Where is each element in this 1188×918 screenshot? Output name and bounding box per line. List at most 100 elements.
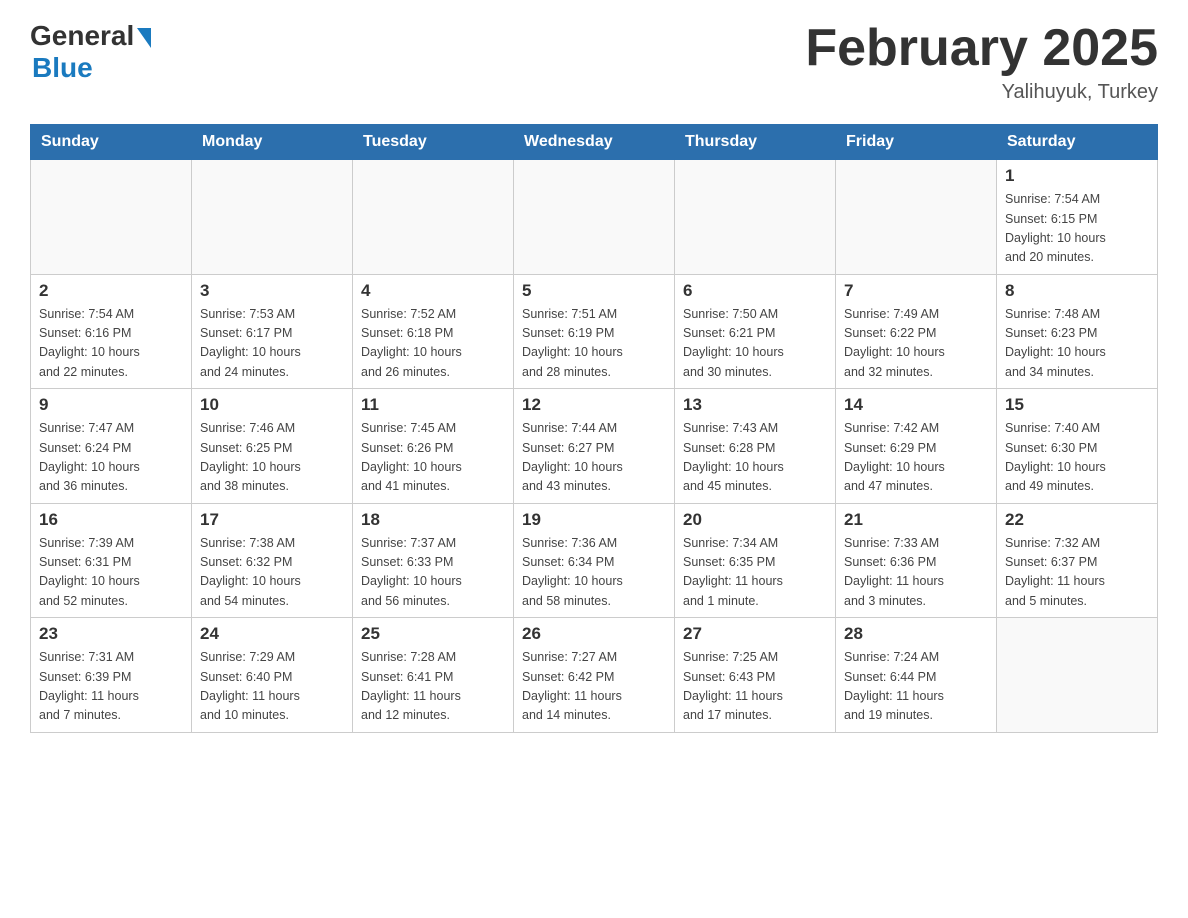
- day-number: 27: [683, 624, 827, 644]
- day-info: Sunrise: 7:24 AMSunset: 6:44 PMDaylight:…: [844, 648, 988, 726]
- day-cell: 6 Sunrise: 7:50 AMSunset: 6:21 PMDaylight…: [675, 274, 836, 389]
- logo-blue-text: Blue: [32, 52, 93, 84]
- day-info: Sunrise: 7:37 AMSunset: 6:33 PMDaylight:…: [361, 534, 505, 612]
- day-number: 7: [844, 281, 988, 301]
- logo-triangle-icon: [137, 28, 151, 48]
- day-number: 10: [200, 395, 344, 415]
- day-number: 15: [1005, 395, 1149, 415]
- day-number: 5: [522, 281, 666, 301]
- day-cell: 18 Sunrise: 7:37 AMSunset: 6:33 PMDayligh…: [353, 503, 514, 618]
- page-header: General Blue February 2025 Yalihuyuk, Tu…: [30, 20, 1158, 104]
- week-row-3: 16 Sunrise: 7:39 AMSunset: 6:31 PMDayligh…: [31, 503, 1158, 618]
- day-number: 9: [39, 395, 183, 415]
- day-info: Sunrise: 7:29 AMSunset: 6:40 PMDaylight:…: [200, 648, 344, 726]
- day-info: Sunrise: 7:31 AMSunset: 6:39 PMDaylight:…: [39, 648, 183, 726]
- week-row-2: 9 Sunrise: 7:47 AMSunset: 6:24 PMDaylight…: [31, 389, 1158, 504]
- day-cell: [997, 618, 1158, 733]
- col-header-tuesday: Tuesday: [353, 125, 514, 160]
- day-number: 1: [1005, 166, 1149, 186]
- day-info: Sunrise: 7:28 AMSunset: 6:41 PMDaylight:…: [361, 648, 505, 726]
- day-number: 25: [361, 624, 505, 644]
- day-cell: 28 Sunrise: 7:24 AMSunset: 6:44 PMDayligh…: [836, 618, 997, 733]
- day-cell: 25 Sunrise: 7:28 AMSunset: 6:41 PMDayligh…: [353, 618, 514, 733]
- day-number: 16: [39, 510, 183, 530]
- day-info: Sunrise: 7:54 AMSunset: 6:15 PMDaylight:…: [1005, 190, 1149, 268]
- day-number: 20: [683, 510, 827, 530]
- day-info: Sunrise: 7:40 AMSunset: 6:30 PMDaylight:…: [1005, 419, 1149, 497]
- day-cell: [31, 160, 192, 275]
- day-number: 13: [683, 395, 827, 415]
- day-cell: 26 Sunrise: 7:27 AMSunset: 6:42 PMDayligh…: [514, 618, 675, 733]
- day-cell: 22 Sunrise: 7:32 AMSunset: 6:37 PMDayligh…: [997, 503, 1158, 618]
- col-header-wednesday: Wednesday: [514, 125, 675, 160]
- week-row-4: 23 Sunrise: 7:31 AMSunset: 6:39 PMDayligh…: [31, 618, 1158, 733]
- week-row-1: 2 Sunrise: 7:54 AMSunset: 6:16 PMDaylight…: [31, 274, 1158, 389]
- day-info: Sunrise: 7:32 AMSunset: 6:37 PMDaylight:…: [1005, 534, 1149, 612]
- day-cell: 4 Sunrise: 7:52 AMSunset: 6:18 PMDaylight…: [353, 274, 514, 389]
- day-number: 23: [39, 624, 183, 644]
- day-cell: 24 Sunrise: 7:29 AMSunset: 6:40 PMDayligh…: [192, 618, 353, 733]
- day-number: 6: [683, 281, 827, 301]
- day-info: Sunrise: 7:48 AMSunset: 6:23 PMDaylight:…: [1005, 305, 1149, 383]
- day-cell: [514, 160, 675, 275]
- col-header-thursday: Thursday: [675, 125, 836, 160]
- day-info: Sunrise: 7:39 AMSunset: 6:31 PMDaylight:…: [39, 534, 183, 612]
- day-cell: 8 Sunrise: 7:48 AMSunset: 6:23 PMDaylight…: [997, 274, 1158, 389]
- day-info: Sunrise: 7:42 AMSunset: 6:29 PMDaylight:…: [844, 419, 988, 497]
- day-cell: 13Sunrise: 7:43 AMSunset: 6:28 PMDayligh…: [675, 389, 836, 504]
- day-cell: [836, 160, 997, 275]
- day-info: Sunrise: 7:38 AMSunset: 6:32 PMDaylight:…: [200, 534, 344, 612]
- day-number: 14: [844, 395, 988, 415]
- location-label: Yalihuyuk, Turkey: [805, 81, 1158, 104]
- day-number: 2: [39, 281, 183, 301]
- calendar-table: SundayMondayTuesdayWednesdayThursdayFrid…: [30, 124, 1158, 733]
- day-cell: 2 Sunrise: 7:54 AMSunset: 6:16 PMDaylight…: [31, 274, 192, 389]
- day-info: Sunrise: 7:45 AMSunset: 6:26 PMDaylight:…: [361, 419, 505, 497]
- day-number: 28: [844, 624, 988, 644]
- logo-general-text: General: [30, 20, 134, 52]
- week-row-0: 1 Sunrise: 7:54 AMSunset: 6:15 PMDaylight…: [31, 160, 1158, 275]
- day-number: 26: [522, 624, 666, 644]
- day-number: 18: [361, 510, 505, 530]
- logo: General Blue: [30, 20, 151, 84]
- day-info: Sunrise: 7:33 AMSunset: 6:36 PMDaylight:…: [844, 534, 988, 612]
- day-cell: 16 Sunrise: 7:39 AMSunset: 6:31 PMDayligh…: [31, 503, 192, 618]
- day-cell: 14 Sunrise: 7:42 AMSunset: 6:29 PMDayligh…: [836, 389, 997, 504]
- day-number: 8: [1005, 281, 1149, 301]
- day-info: Sunrise: 7:25 AMSunset: 6:43 PMDaylight:…: [683, 648, 827, 726]
- day-cell: 11 Sunrise: 7:45 AMSunset: 6:26 PMDayligh…: [353, 389, 514, 504]
- day-cell: 1 Sunrise: 7:54 AMSunset: 6:15 PMDaylight…: [997, 160, 1158, 275]
- day-info: Sunrise: 7:50 AMSunset: 6:21 PMDaylight:…: [683, 305, 827, 383]
- day-cell: 19Sunrise: 7:36 AMSunset: 6:34 PMDayligh…: [514, 503, 675, 618]
- title-block: February 2025 Yalihuyuk, Turkey: [805, 20, 1158, 104]
- day-cell: 20 Sunrise: 7:34 AMSunset: 6:35 PMDayligh…: [675, 503, 836, 618]
- day-info: Sunrise: 7:53 AMSunset: 6:17 PMDaylight:…: [200, 305, 344, 383]
- day-number: 24: [200, 624, 344, 644]
- day-info: Sunrise: 7:36 AMSunset: 6:34 PMDaylight:…: [522, 534, 666, 612]
- day-info: Sunrise: 7:27 AMSunset: 6:42 PMDaylight:…: [522, 648, 666, 726]
- day-cell: [192, 160, 353, 275]
- day-cell: 7 Sunrise: 7:49 AMSunset: 6:22 PMDaylight…: [836, 274, 997, 389]
- day-cell: 21 Sunrise: 7:33 AMSunset: 6:36 PMDayligh…: [836, 503, 997, 618]
- day-number: 11: [361, 395, 505, 415]
- day-cell: 23 Sunrise: 7:31 AMSunset: 6:39 PMDayligh…: [31, 618, 192, 733]
- day-number: 21: [844, 510, 988, 530]
- day-info: Sunrise: 7:51 AMSunset: 6:19 PMDaylight:…: [522, 305, 666, 383]
- day-number: 12: [522, 395, 666, 415]
- day-number: 3: [200, 281, 344, 301]
- day-info: Sunrise: 7:49 AMSunset: 6:22 PMDaylight:…: [844, 305, 988, 383]
- day-info: Sunrise: 7:52 AMSunset: 6:18 PMDaylight:…: [361, 305, 505, 383]
- col-header-friday: Friday: [836, 125, 997, 160]
- calendar-body: 1 Sunrise: 7:54 AMSunset: 6:15 PMDaylight…: [31, 160, 1158, 733]
- day-info: Sunrise: 7:54 AMSunset: 6:16 PMDaylight:…: [39, 305, 183, 383]
- day-number: 17: [200, 510, 344, 530]
- col-header-saturday: Saturday: [997, 125, 1158, 160]
- day-cell: 27 Sunrise: 7:25 AMSunset: 6:43 PMDayligh…: [675, 618, 836, 733]
- day-info: Sunrise: 7:34 AMSunset: 6:35 PMDaylight:…: [683, 534, 827, 612]
- day-number: 22: [1005, 510, 1149, 530]
- header-row: SundayMondayTuesdayWednesdayThursdayFrid…: [31, 125, 1158, 160]
- day-info: Sunrise: 7:47 AMSunset: 6:24 PMDaylight:…: [39, 419, 183, 497]
- day-cell: [675, 160, 836, 275]
- day-number: 4: [361, 281, 505, 301]
- col-header-sunday: Sunday: [31, 125, 192, 160]
